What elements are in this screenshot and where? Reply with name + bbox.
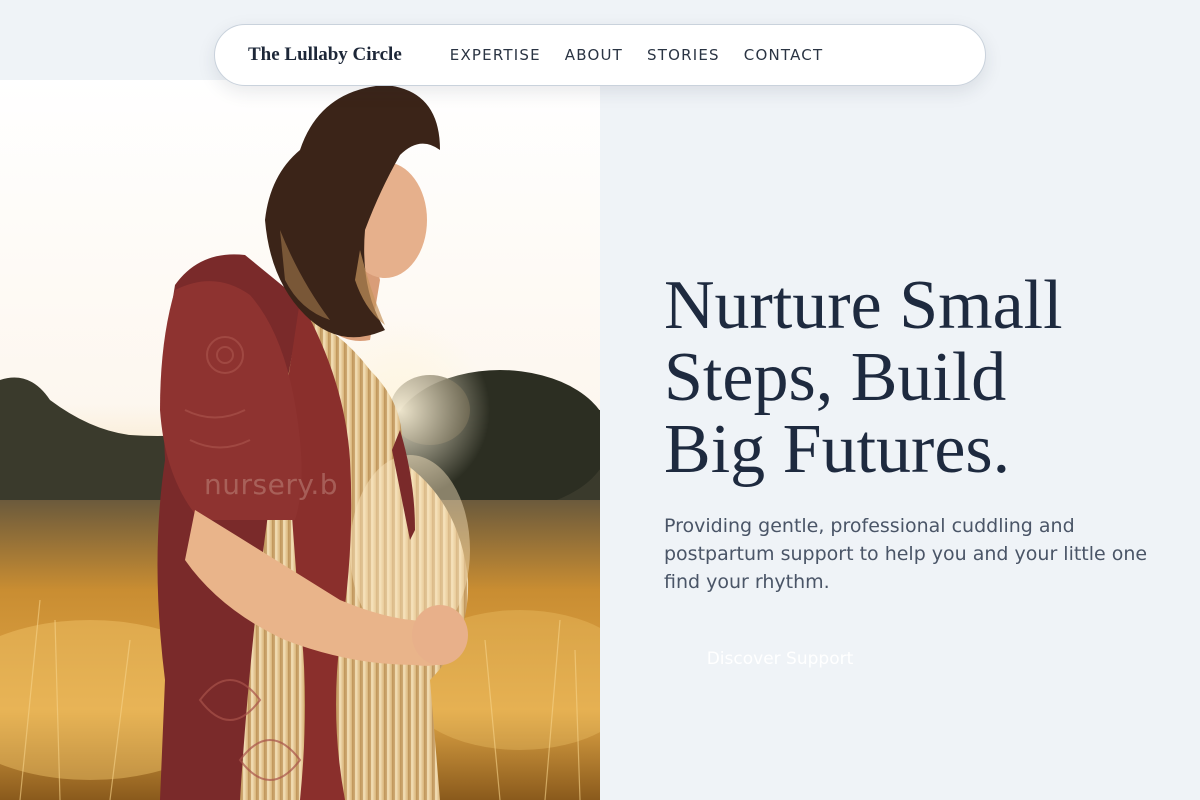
headline-line-2: Steps, Build: [664, 339, 1007, 416]
nav-link-expertise[interactable]: EXPERTISE: [450, 46, 541, 64]
nav-link-about[interactable]: ABOUT: [565, 46, 623, 64]
nav-link-contact[interactable]: CONTACT: [744, 46, 824, 64]
hero-headline: Nurture Small Steps, Build Big Futures.: [664, 270, 1184, 486]
hero-photo: nursery.b: [0, 80, 600, 800]
headline-line-3: Big Futures.: [664, 411, 1011, 488]
discover-support-button[interactable]: Discover Support: [664, 636, 896, 682]
headline-line-1: Nurture Small: [664, 267, 1063, 344]
top-navigation: The Lullaby Circle EXPERTISE ABOUT STORI…: [214, 24, 986, 86]
nav-link-stories[interactable]: STORIES: [647, 46, 720, 64]
watermark-text: nursery.b: [204, 468, 339, 501]
nav-links: EXPERTISE ABOUT STORIES CONTACT: [450, 46, 824, 64]
brand-logo[interactable]: The Lullaby Circle: [248, 44, 402, 66]
hero-subtext: Providing gentle, professional cuddling …: [664, 515, 1148, 593]
